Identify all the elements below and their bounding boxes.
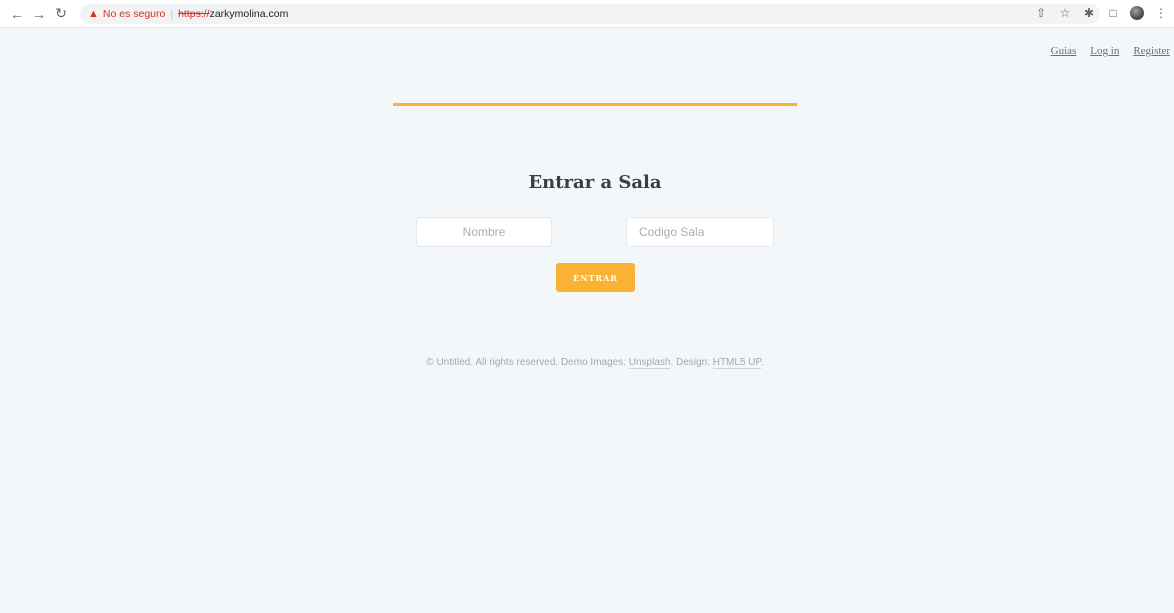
back-icon[interactable]: ← bbox=[6, 3, 28, 25]
url-scheme: https:// bbox=[178, 7, 210, 20]
top-nav: Guias Log in Register bbox=[1051, 45, 1170, 57]
address-separator: | bbox=[170, 7, 174, 20]
room-code-input[interactable] bbox=[626, 217, 774, 247]
reload-icon[interactable]: ↻ bbox=[50, 3, 72, 25]
page-title: Entrar a Sala bbox=[528, 172, 662, 193]
menu-icon[interactable]: ⋮ bbox=[1152, 4, 1170, 22]
footer-link-html5up[interactable]: HTML5 UP bbox=[712, 357, 761, 369]
browser-toolbar: ← → ↻ ▲ No es seguro | https:// zarkymol… bbox=[0, 0, 1174, 28]
address-bar[interactable]: ▲ No es seguro | https:// zarkymolina.co… bbox=[80, 3, 1100, 24]
nav-link-register[interactable]: Register bbox=[1133, 45, 1170, 57]
profile-avatar[interactable] bbox=[1128, 4, 1146, 22]
extensions-icon[interactable]: ✱ bbox=[1080, 4, 1098, 22]
footer-link-unsplash[interactable]: Unsplash bbox=[628, 357, 671, 369]
star-icon[interactable]: ☆ bbox=[1056, 4, 1074, 22]
nav-link-guias[interactable]: Guias bbox=[1051, 45, 1077, 57]
enter-button[interactable]: ENTRAR bbox=[556, 263, 635, 292]
warning-icon: ▲ bbox=[88, 7, 99, 20]
name-input[interactable] bbox=[416, 217, 552, 247]
footer: © Untitled. All rights reserved. Demo Im… bbox=[0, 357, 1174, 369]
browser-actions: ⇧ ☆ ✱ □ ⋮ bbox=[1032, 4, 1170, 22]
forward-icon[interactable]: → bbox=[28, 3, 50, 25]
nav-link-login[interactable]: Log in bbox=[1090, 45, 1119, 57]
url-host: zarkymolina.com bbox=[209, 7, 289, 20]
share-icon[interactable]: ⇧ bbox=[1032, 4, 1050, 22]
footer-suffix: . bbox=[760, 357, 764, 368]
insecure-label: No es seguro bbox=[102, 7, 166, 20]
footer-design-label: . Design: bbox=[670, 357, 713, 368]
accent-divider bbox=[393, 103, 797, 106]
sidebar-icon[interactable]: □ bbox=[1104, 4, 1122, 22]
footer-copyright: © Untitled. All rights reserved. Demo Im… bbox=[426, 357, 629, 368]
